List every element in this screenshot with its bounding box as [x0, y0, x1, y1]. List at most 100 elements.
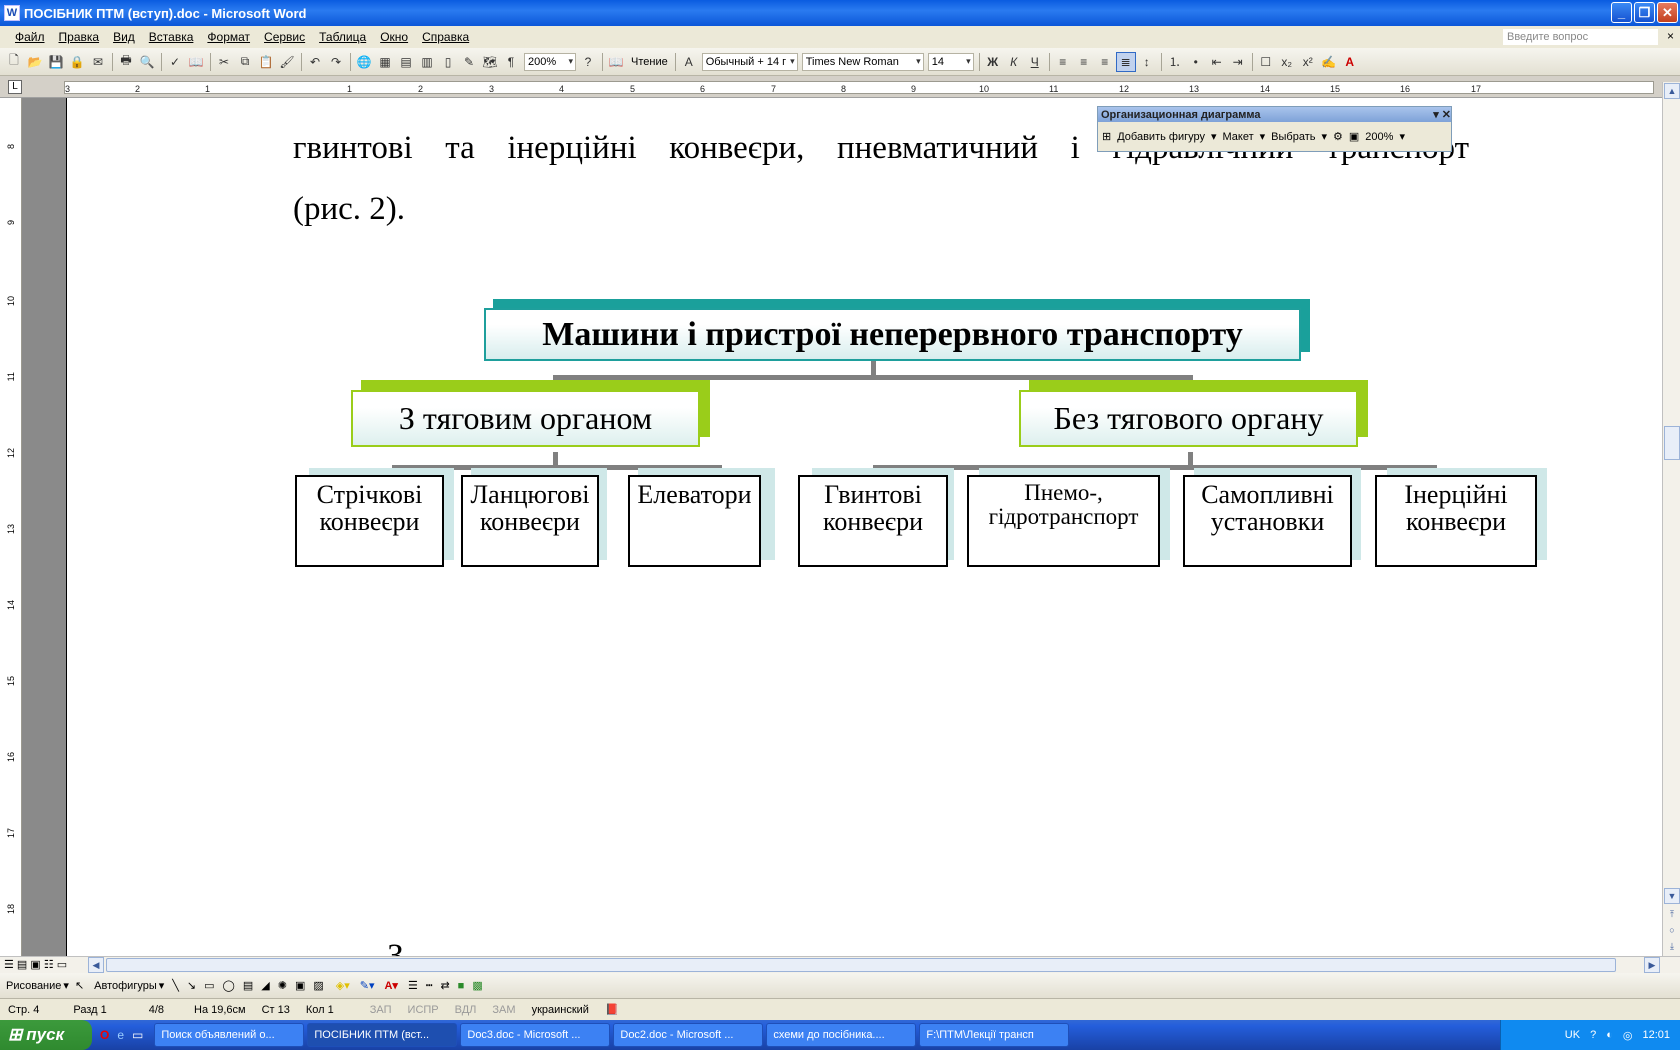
arrow-icon[interactable]: ↘ — [187, 979, 196, 992]
ie-icon[interactable]: e — [117, 1028, 124, 1042]
spelling-icon[interactable]: ✓ — [165, 52, 185, 72]
menu-format[interactable]: Формат — [200, 30, 257, 44]
style-select[interactable]: Обычный + 14 г — [701, 52, 798, 71]
open-icon[interactable]: 📂 — [25, 52, 45, 72]
permission-icon[interactable]: 🔒 — [67, 52, 87, 72]
insert-excel-icon[interactable]: ▥ — [417, 52, 437, 72]
orgchart-leaf-box[interactable]: Гвинтові конвеєри — [798, 475, 948, 567]
scroll-thumb[interactable] — [1664, 426, 1680, 460]
format-painter-icon[interactable]: 🖌 — [277, 52, 297, 72]
font-color-icon[interactable]: A▾ — [384, 979, 397, 992]
select-objects-icon[interactable]: ↖ — [75, 979, 84, 992]
opera-icon[interactable]: O — [100, 1028, 109, 1042]
orgchart-leaf-box[interactable]: Елеватори — [628, 475, 761, 567]
3d-icon[interactable]: ▩ — [472, 979, 482, 992]
clipart-icon[interactable]: ▣ — [295, 979, 305, 992]
email-icon[interactable]: ✉ — [88, 52, 108, 72]
autoshapes-button[interactable]: Автофигуры — [94, 980, 157, 992]
shadow-icon[interactable]: ■ — [458, 980, 465, 992]
menu-table[interactable]: Таблица — [312, 30, 373, 44]
decrease-indent-icon[interactable]: ⇤ — [1207, 52, 1227, 72]
close-icon[interactable]: ▾ ✕ — [1433, 108, 1451, 121]
restore-button[interactable]: ❐ — [1634, 2, 1655, 23]
tab-selector[interactable]: L — [8, 80, 22, 94]
orgchart-toolbar[interactable]: Организационная диаграмма ▾ ✕ ⊞ Добавить … — [1097, 106, 1452, 152]
numbering-icon[interactable]: ⒈ — [1165, 52, 1185, 72]
orgchart-leaf-box[interactable]: Пнемо-, гідротранспорт — [967, 475, 1160, 567]
help-tray-icon[interactable]: ? — [1590, 1029, 1596, 1041]
orgchart-leaf-box[interactable]: Інерційні конвеєри — [1375, 475, 1537, 567]
taskbar-item[interactable]: ПОСІБНИК ПТМ (вст... — [307, 1023, 458, 1047]
hyperlink-icon[interactable]: 🌐 — [354, 52, 374, 72]
volume-icon[interactable]: ◐ — [1606, 1029, 1613, 1041]
increase-indent-icon[interactable]: ⇥ — [1228, 52, 1248, 72]
chevron-down-icon[interactable]: ▾ — [1399, 130, 1405, 143]
undo-icon[interactable]: ↶ — [305, 52, 325, 72]
menu-insert[interactable]: Вставка — [142, 30, 201, 44]
print-preview-icon[interactable]: 🔍 — [137, 52, 157, 72]
next-page-icon[interactable]: ⤓ — [1664, 938, 1680, 954]
insert-table-icon[interactable]: ▤ — [396, 52, 416, 72]
horizontal-scrollbar[interactable]: ☰ ▤ ▣ ☷ ▭ ◀ ▶ — [0, 956, 1680, 973]
line-style-icon[interactable]: ☰ — [408, 979, 418, 992]
font-select[interactable]: Times New Roman — [801, 52, 924, 71]
orgchart-root-box[interactable]: Машини і пристрої неперервного транспорт… — [484, 308, 1301, 361]
wordart-icon[interactable]: ◢ — [261, 979, 269, 992]
chevron-down-icon[interactable]: ▾ — [1211, 130, 1217, 143]
diagram-icon[interactable]: ✺ — [278, 979, 287, 992]
drawing-icon[interactable]: ✎ — [459, 52, 479, 72]
add-shape-icon[interactable]: ⊞ — [1102, 130, 1111, 143]
menu-edit[interactable]: Правка — [52, 30, 107, 44]
vertical-ruler[interactable]: 8 9 10 11 12 13 14 15 16 17 18 — [0, 98, 22, 956]
taskbar-item[interactable]: Doc3.doc - Microsoft ... — [460, 1023, 611, 1047]
orgchart-zoom-select[interactable]: 200% — [1365, 131, 1393, 143]
document-page[interactable]: гвинтові та інерційні конвеєри, пневмати… — [66, 98, 1662, 956]
paste-icon[interactable]: 📋 — [256, 52, 276, 72]
scroll-right-icon[interactable]: ▶ — [1644, 957, 1660, 973]
scroll-up-icon[interactable]: ▲ — [1664, 83, 1680, 99]
add-shape-button[interactable]: Добавить фигуру — [1117, 131, 1205, 143]
save-icon[interactable]: 💾 — [46, 52, 66, 72]
menu-view[interactable]: Вид — [106, 30, 142, 44]
select-button[interactable]: Выбрать — [1271, 131, 1315, 143]
superscript-icon[interactable]: x² — [1298, 52, 1318, 72]
spelling-status-icon[interactable]: 📕 — [597, 1003, 627, 1016]
scroll-left-icon[interactable]: ◀ — [88, 957, 104, 973]
minimize-button[interactable]: _ — [1611, 2, 1632, 23]
bold-icon[interactable]: Ж — [983, 52, 1003, 72]
font-size-select[interactable]: 14 — [927, 52, 974, 71]
dash-style-icon[interactable]: ┅ — [426, 979, 433, 992]
styles-icon[interactable]: A — [679, 52, 699, 72]
menu-help[interactable]: Справка — [415, 30, 476, 44]
horizontal-ruler[interactable]: L 3 2 1 1 2 3 4 5 6 7 8 9 10 11 12 13 14… — [0, 77, 1680, 98]
print-icon[interactable]: 🖶 — [116, 52, 136, 72]
reading-button[interactable]: Чтение — [631, 56, 668, 68]
drawing-menu-button[interactable]: Рисование — [6, 980, 61, 992]
textbox-icon[interactable]: ▤ — [243, 979, 253, 992]
close-button[interactable]: ✕ — [1657, 2, 1678, 23]
zoom-select[interactable]: 200% — [524, 52, 576, 71]
status-track[interactable]: ИСПР — [400, 1004, 447, 1016]
help-question-input[interactable]: Введите вопрос — [1503, 29, 1658, 45]
cut-icon[interactable]: ✂ — [214, 52, 234, 72]
taskbar-item[interactable]: F:\ПТМ\Лекції трансп — [919, 1023, 1070, 1047]
columns-icon[interactable]: ▯ — [438, 52, 458, 72]
orgchart-leaf-box[interactable]: Самопливні установки — [1183, 475, 1352, 567]
browse-object-icon[interactable]: ○ — [1664, 922, 1680, 938]
oval-icon[interactable]: ◯ — [223, 979, 235, 992]
research-icon[interactable]: 📖 — [186, 52, 206, 72]
menu-file[interactable]: Файл — [8, 30, 52, 44]
start-button[interactable]: ⊞ пуск — [0, 1020, 92, 1050]
orgchart-leaf-box[interactable]: Ланцюгові конвеєри — [461, 475, 599, 567]
tables-borders-icon[interactable]: ▦ — [375, 52, 395, 72]
status-language[interactable]: украинский — [524, 1004, 597, 1016]
network-icon[interactable]: ◎ — [1623, 1029, 1633, 1042]
align-left-icon[interactable]: ≡ — [1053, 52, 1073, 72]
picture-icon[interactable]: ▨ — [313, 979, 323, 992]
hscroll-thumb[interactable] — [106, 958, 1616, 972]
new-doc-icon[interactable]: 🗋 — [4, 52, 24, 72]
line-spacing-icon[interactable]: ↕ — [1137, 52, 1157, 72]
help-icon[interactable]: ? — [578, 52, 598, 72]
view-buttons-icon[interactable]: ☰ ▤ ▣ ☷ ▭ — [4, 958, 67, 971]
redo-icon[interactable]: ↷ — [326, 52, 346, 72]
